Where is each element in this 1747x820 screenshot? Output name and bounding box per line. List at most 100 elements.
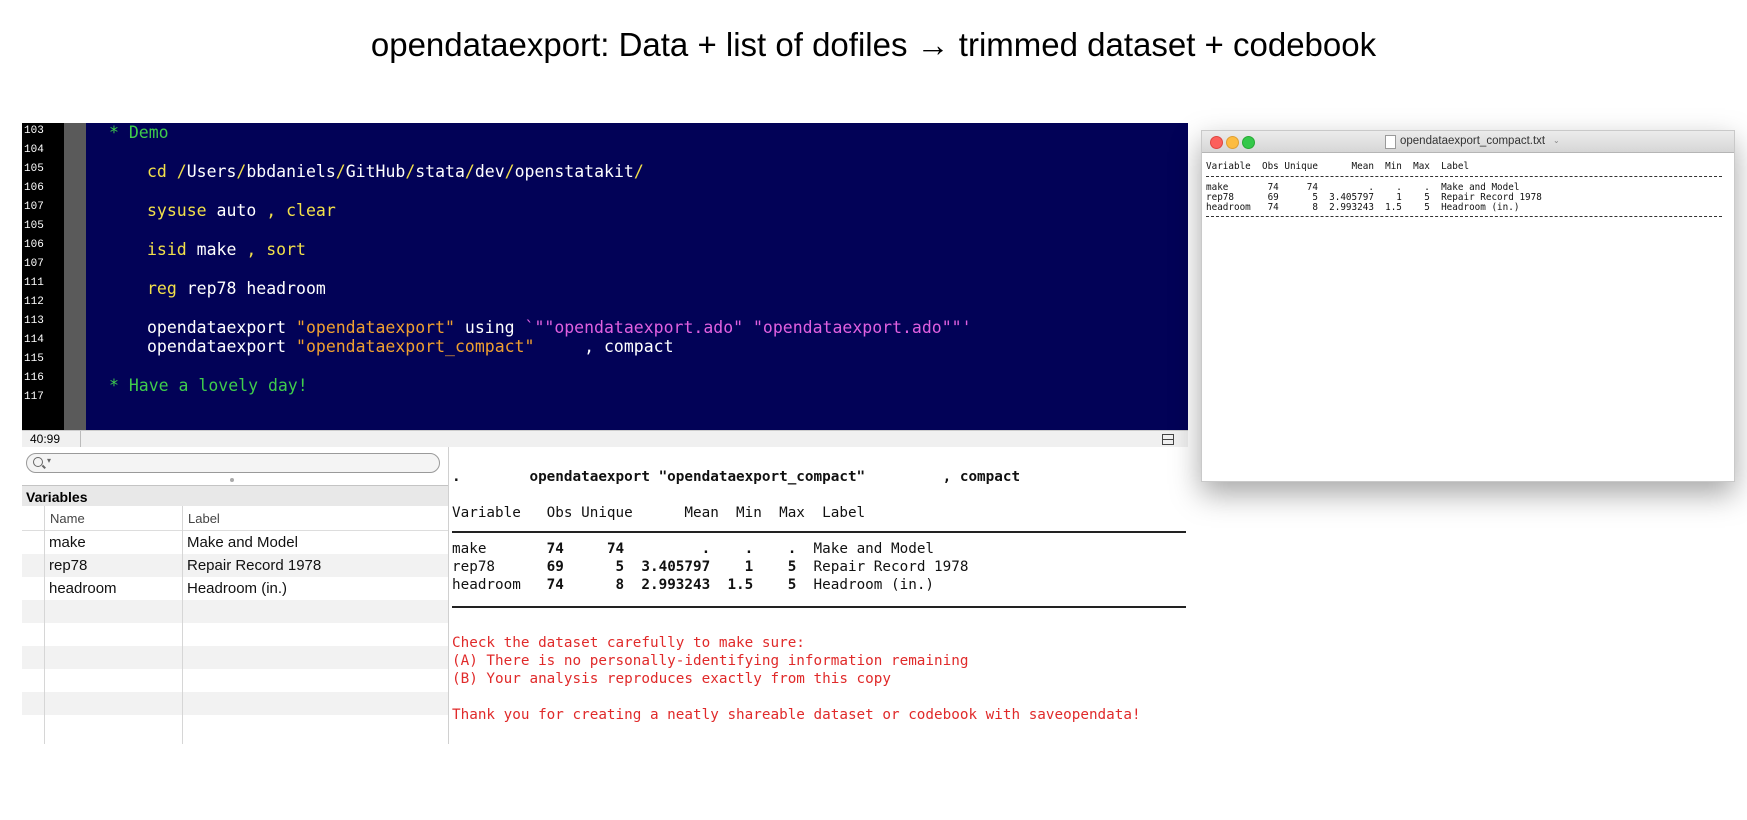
- close-window-button[interactable]: [1210, 136, 1223, 149]
- row-variable: make: [452, 541, 539, 557]
- row-stats: 69 5 3.405797 1 5: [538, 559, 797, 575]
- code-line-opendataexport: opendataexport "opendataexport" using `"…: [147, 318, 972, 337]
- code-line-comment: * Have a lovely day!: [109, 376, 308, 395]
- table-rule: [452, 531, 1186, 533]
- code-token: Users: [186, 162, 237, 181]
- search-icon: [33, 457, 43, 467]
- line-number: 106: [24, 182, 44, 194]
- code-token: /: [504, 162, 515, 181]
- document-icon: [1385, 135, 1396, 149]
- code-token: /: [335, 162, 346, 181]
- codebook-row: headroom 74 8 2.993243 1.5 5 Headroom (i…: [1206, 202, 1520, 213]
- code-line-reg: reg rep78 headroom: [147, 279, 326, 298]
- results-pane: . opendataexport "opendataexport_compact…: [448, 447, 1189, 744]
- results-command: . opendataexport "opendataexport_compact…: [452, 469, 1021, 485]
- cursor-position: 40:99: [30, 432, 61, 446]
- line-number: 107: [24, 258, 44, 270]
- results-message: (A) There is no personally-identifying i…: [452, 653, 969, 669]
- results-message: Check the dataset carefully to make sure…: [452, 635, 805, 651]
- line-number: 105: [24, 163, 44, 175]
- text-file-window[interactable]: opendataexport_compact.txt ⌄ Variable Ob…: [1201, 130, 1735, 482]
- code-token: /: [464, 162, 475, 181]
- line-number: 111: [24, 277, 44, 289]
- line-number: 103: [24, 125, 44, 137]
- variable-name: headroom: [49, 580, 117, 597]
- row-stats: 74 8 2.993243 1.5 5: [538, 577, 797, 593]
- variable-label: Headroom (in.): [187, 580, 288, 597]
- code-token: "opendataexport_compact": [296, 337, 535, 356]
- code-token: opendataexport: [147, 318, 297, 337]
- line-number: 117: [24, 391, 44, 403]
- code-token: make: [186, 240, 247, 259]
- resize-handle[interactable]: [230, 478, 234, 482]
- column-divider: [182, 506, 183, 744]
- code-token: GitHub: [345, 162, 406, 181]
- do-file-editor[interactable]: 103 104 105 106 107 105 106 107 111 112 …: [22, 123, 1188, 430]
- dashed-rule: [1206, 216, 1722, 217]
- variables-title: Variables: [26, 489, 88, 505]
- variable-row[interactable]: rep78 Repair Record 1978: [22, 554, 448, 577]
- row-variable: rep78: [452, 559, 539, 575]
- results-row: rep78 69 5 3.405797 1 5 Repair Record 19…: [452, 559, 968, 575]
- line-number: 105: [24, 220, 44, 232]
- code-token: auto: [206, 201, 267, 220]
- variables-panel: ▾ Variables Name Label make Make and Mod…: [22, 447, 448, 744]
- column-label[interactable]: Label: [188, 511, 220, 526]
- code-token: sysuse: [147, 201, 207, 220]
- code-token: , clear: [266, 201, 336, 220]
- line-number: 114: [24, 334, 44, 346]
- chevron-down-icon: ▾: [47, 456, 52, 465]
- code-token: dev: [474, 162, 505, 181]
- line-number: 115: [24, 353, 44, 365]
- code-line-opendataexport-compact: opendataexport "opendataexport_compact" …: [147, 337, 674, 356]
- chevron-down-icon[interactable]: ⌄: [1553, 136, 1560, 145]
- code-token: "opendataexport": [296, 318, 455, 337]
- empty-row: [22, 715, 448, 738]
- code-token: opendataexport: [147, 337, 297, 356]
- code-token: openstatakit: [514, 162, 634, 181]
- line-number-gutter: 103 104 105 106 107 105 106 107 111 112 …: [22, 123, 64, 430]
- variable-row[interactable]: make Make and Model: [22, 531, 448, 554]
- empty-row: [22, 600, 448, 623]
- code-token: reg: [147, 279, 177, 298]
- code-line-comment: * Demo: [109, 123, 169, 142]
- code-token: using: [454, 318, 525, 337]
- split-view-icon[interactable]: [1162, 434, 1174, 445]
- codebook-header: Variable Obs Unique Mean Min Max Label: [1206, 161, 1470, 172]
- code-token: `""opendataexport.ado" "opendataexport.a…: [524, 318, 972, 337]
- code-line-cd: cd /Users/bbdaniels/GitHub/stata/dev/ope…: [147, 162, 644, 181]
- code-token: bbdaniels: [246, 162, 336, 181]
- table-rule: [452, 606, 1186, 608]
- row-label: Make and Model: [796, 541, 935, 557]
- variable-row[interactable]: headroom Headroom (in.): [22, 577, 448, 600]
- row-variable: headroom: [452, 577, 539, 593]
- line-number: 116: [24, 372, 44, 384]
- zoom-window-button[interactable]: [1242, 136, 1255, 149]
- code-token: rep78 headroom: [176, 279, 326, 298]
- results-row: headroom 74 8 2.993243 1.5 5 Headroom (i…: [452, 577, 934, 593]
- results-header: Variable Obs Unique Mean Min Max Label: [452, 505, 866, 521]
- code-line-sysuse: sysuse auto , clear: [147, 201, 336, 220]
- window-title: opendataexport_compact.txt: [1400, 135, 1546, 147]
- code-token: , compact: [534, 337, 674, 356]
- column-name[interactable]: Name: [50, 511, 85, 526]
- dashed-rule: [1206, 176, 1722, 177]
- variable-name: make: [49, 534, 86, 551]
- empty-row: [22, 646, 448, 669]
- empty-row: [22, 623, 448, 646]
- variables-header: Variables: [22, 485, 448, 507]
- results-row: make 74 74 . . . Make and Model: [452, 541, 934, 557]
- minimize-window-button[interactable]: [1226, 136, 1239, 149]
- variable-search-input[interactable]: ▾: [26, 453, 440, 473]
- window-titlebar[interactable]: opendataexport_compact.txt ⌄: [1202, 131, 1734, 153]
- code-token: stata: [415, 162, 465, 181]
- line-number: 107: [24, 201, 44, 213]
- column-divider: [44, 506, 45, 744]
- line-number: 112: [24, 296, 44, 308]
- variable-label: Repair Record 1978: [187, 557, 322, 574]
- results-content: . opendataexport "opendataexport_compact…: [449, 447, 1189, 744]
- code-token: /: [236, 162, 247, 181]
- row-label: Repair Record 1978: [796, 559, 969, 575]
- variables-column-header: Name Label: [22, 506, 448, 531]
- row-stats: 74 74 . . .: [538, 541, 797, 557]
